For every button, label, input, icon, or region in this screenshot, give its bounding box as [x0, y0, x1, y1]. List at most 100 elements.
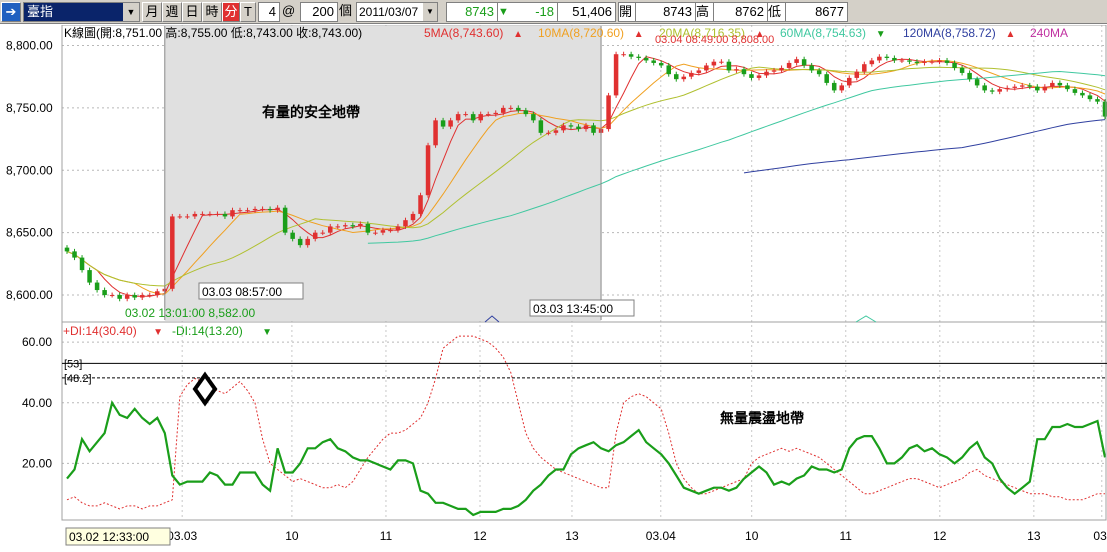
- candle-body: [801, 59, 807, 66]
- dmi-ref-label: [48.2]: [64, 373, 92, 385]
- candle-body: [132, 295, 137, 298]
- candle-body: [1072, 89, 1078, 93]
- period-week-button[interactable]: 週: [162, 2, 182, 22]
- candle-body: [877, 56, 882, 61]
- candle-body: [1012, 86, 1017, 88]
- candle-body: [576, 126, 581, 130]
- candle-body: [395, 226, 401, 231]
- candle-body: [290, 232, 295, 239]
- open-label: 開: [618, 2, 636, 22]
- candle-body: [455, 114, 461, 121]
- symbol-select[interactable]: 臺指 ▼: [23, 2, 140, 22]
- quote-last: 8743: [446, 2, 498, 22]
- candle-body: [839, 85, 844, 91]
- candle-body: [501, 107, 506, 113]
- x-tick-label: 11: [840, 529, 853, 543]
- interval-input[interactable]: 4: [258, 2, 280, 22]
- period-tick-button[interactable]: T: [240, 2, 256, 22]
- chart-area[interactable]: 8,600.00 8,650.00 8,700.00 8,750.00 8,800.00…: [0, 24, 1107, 549]
- candle-body: [440, 120, 446, 127]
- candle-body: [493, 112, 498, 115]
- k-y-tick: 8,600.00: [6, 288, 53, 302]
- toolbar: ➔ 臺指 ▼ 月 週 日 時 分 T 4 @ 200 個 2011/03/07 …: [0, 0, 1107, 24]
- candle-body: [215, 213, 220, 215]
- candle-body: [756, 75, 762, 78]
- x-tick-label: 03.04: [646, 529, 676, 543]
- symbol-value: 臺指: [27, 4, 54, 19]
- candle-body: [470, 114, 476, 121]
- quote-open: 8743: [636, 2, 696, 22]
- candle-body: [982, 85, 987, 91]
- candle-body: [320, 232, 325, 234]
- candle-body: [94, 282, 100, 291]
- quote-high: 8762: [714, 2, 768, 22]
- candle-body: [658, 62, 664, 66]
- candle-body: [1020, 85, 1025, 87]
- candle-body: [749, 74, 754, 78]
- candle-body: [847, 77, 852, 86]
- candle-body: [516, 107, 521, 111]
- candle-body: [734, 69, 739, 71]
- candle-body: [433, 120, 438, 146]
- date-select[interactable]: 2011/03/07 ▼: [356, 2, 438, 22]
- down-arrow-icon: ▼: [498, 2, 514, 22]
- quote-change: -18: [514, 2, 558, 22]
- candle-body: [944, 60, 950, 63]
- candle-body: [643, 57, 649, 61]
- candle-body: [538, 120, 544, 133]
- chart-svg[interactable]: 8,600.00 8,650.00 8,700.00 8,750.00 8,800.00…: [0, 24, 1107, 549]
- quote-volume: 51,406: [558, 2, 616, 22]
- candle-body: [418, 195, 423, 214]
- candle-body: [869, 60, 875, 65]
- x-tick-label: 10: [745, 529, 759, 543]
- candle-body: [666, 65, 671, 75]
- date-value: 2011/03/07: [359, 5, 419, 19]
- candle-body: [64, 247, 70, 252]
- highlight-range: [164, 26, 602, 321]
- period-hour-button[interactable]: 時: [202, 2, 222, 22]
- candle-body: [192, 213, 198, 217]
- candle-body: [568, 125, 574, 127]
- period-day-button[interactable]: 日: [182, 2, 202, 22]
- candle-body: [230, 210, 235, 217]
- arrow-icon[interactable]: ➔: [1, 2, 21, 22]
- x-tick-label: 12: [933, 529, 947, 543]
- candle-body: [139, 295, 145, 298]
- high-label: 高: [696, 2, 714, 22]
- period-minute-button[interactable]: 分: [222, 2, 240, 22]
- period-month-button[interactable]: 月: [142, 2, 162, 22]
- candle-body: [726, 61, 732, 71]
- candle-body: [282, 207, 288, 233]
- safe-zone-label: 有量的安全地帶: [262, 104, 360, 120]
- minus-di-line: [66, 400, 1107, 517]
- candle-body: [929, 61, 935, 63]
- candle-body: [350, 225, 356, 227]
- candle-body: [147, 295, 152, 297]
- candle-body: [117, 295, 122, 299]
- candle-body: [1080, 92, 1085, 96]
- dmi-y-tick: 20.00: [22, 456, 52, 470]
- up-arrow-icon: ▲: [634, 29, 644, 40]
- candle-body: [689, 72, 694, 77]
- candle-body: [485, 114, 491, 116]
- candle-body: [696, 70, 702, 73]
- candle-body: [124, 295, 130, 299]
- candle-body: [252, 208, 258, 211]
- x-tick-label: 13: [1027, 529, 1041, 543]
- candle-body: [583, 125, 589, 130]
- dmi-frame: [61, 321, 1107, 521]
- candle-body: [328, 226, 333, 233]
- high-point-label: 03.04 08:49:00 8,808.00: [655, 34, 774, 46]
- candle-body: [207, 213, 213, 215]
- candle-body: [245, 210, 250, 212]
- x-tick-label: 12: [473, 529, 487, 543]
- candle-body: [1035, 86, 1040, 91]
- candle-body: [508, 107, 514, 109]
- candle-body: [862, 64, 867, 72]
- k-y-tick: 8,800.00: [6, 38, 53, 52]
- candle-body: [1065, 85, 1070, 90]
- low-point-label: 03.02 13:01:00 8,582.00: [125, 306, 255, 320]
- diamond-marker-icon: [192, 371, 218, 407]
- candle-body: [884, 56, 890, 58]
- count-input[interactable]: 200: [300, 2, 338, 22]
